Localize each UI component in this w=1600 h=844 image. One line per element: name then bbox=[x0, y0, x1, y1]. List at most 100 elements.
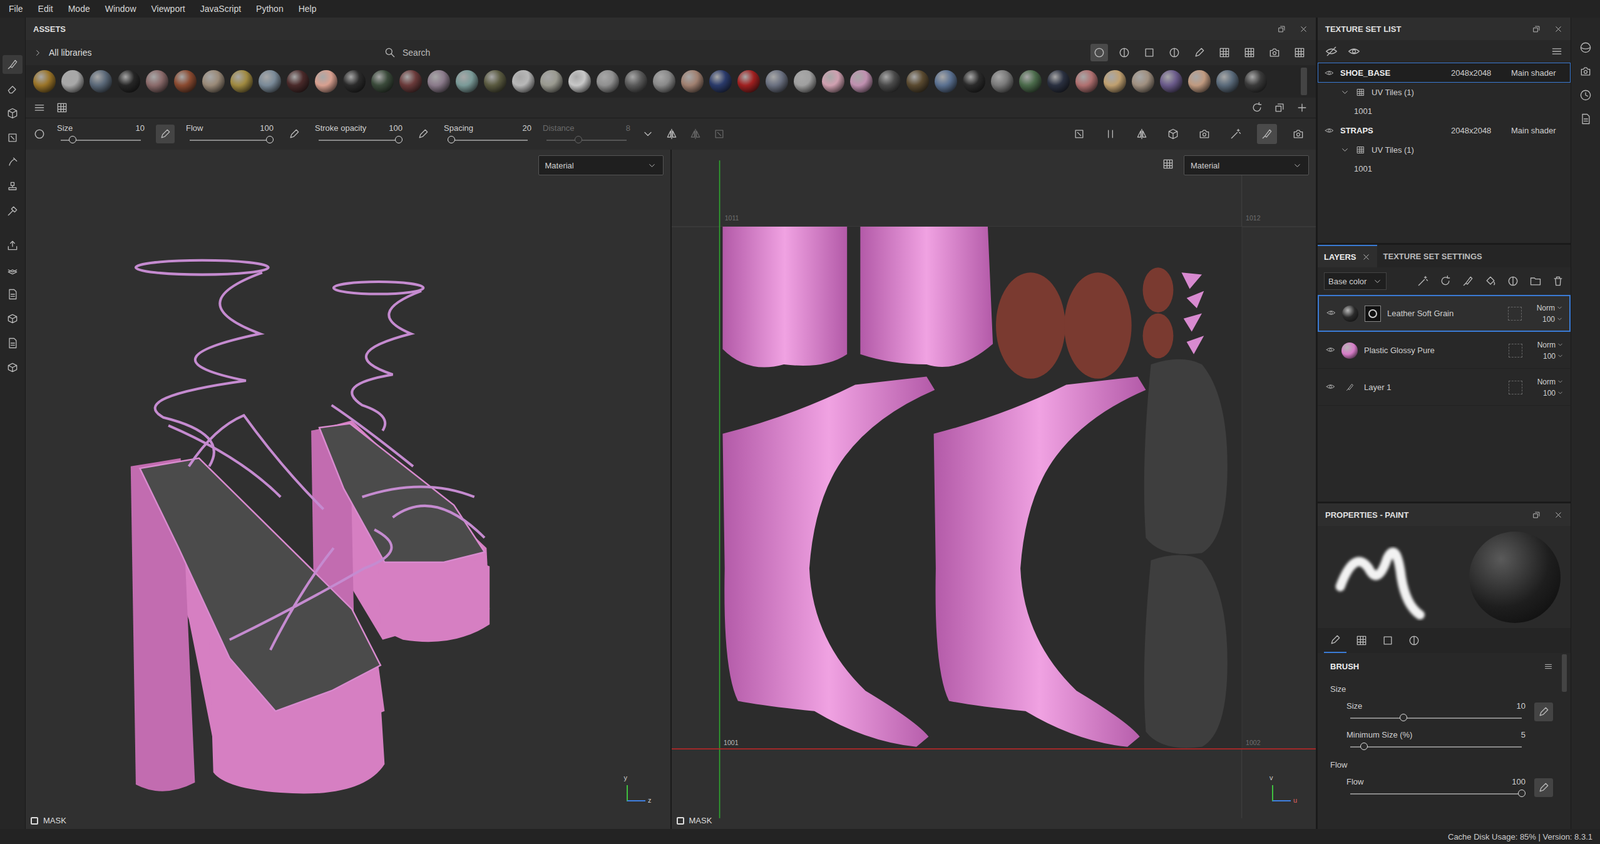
symmetry-icon[interactable] bbox=[665, 127, 678, 141]
uv-tile-row[interactable]: 1001 bbox=[1317, 101, 1571, 121]
tool-button[interactable] bbox=[2, 201, 23, 221]
material-thumbnail[interactable] bbox=[624, 70, 648, 93]
material-thumbnail[interactable] bbox=[906, 70, 929, 93]
menu-item[interactable]: Mode bbox=[60, 3, 98, 14]
tool-slider[interactable]: Stroke opacity100 bbox=[314, 123, 403, 145]
filter-icon[interactable] bbox=[1143, 46, 1156, 59]
material-thumbnail[interactable] bbox=[512, 70, 535, 93]
panel-tab[interactable]: LAYERS bbox=[1317, 244, 1378, 268]
material-thumbnail[interactable] bbox=[399, 70, 422, 93]
viewport-tool-button[interactable] bbox=[1131, 123, 1152, 144]
viewport-tool-button[interactable] bbox=[1069, 123, 1090, 144]
material-thumbnail[interactable] bbox=[286, 70, 310, 93]
mask-thumbnail[interactable] bbox=[1364, 305, 1381, 322]
material-thumbnail[interactable] bbox=[737, 70, 760, 93]
library-selector[interactable]: All libraries bbox=[33, 47, 378, 58]
material-thumbnail[interactable] bbox=[568, 70, 591, 93]
material-thumbnail[interactable] bbox=[1075, 70, 1098, 93]
viewport-tool-icon[interactable] bbox=[1072, 127, 1086, 141]
viewport-tool-icon[interactable] bbox=[1229, 127, 1242, 141]
material-thumbnail[interactable] bbox=[145, 70, 169, 93]
material-thumbnail[interactable] bbox=[230, 70, 253, 93]
tool-icon[interactable] bbox=[6, 107, 19, 120]
panel-tab[interactable]: TEXTURE SET SETTINGS bbox=[1377, 244, 1489, 268]
material-thumbnail[interactable] bbox=[709, 70, 732, 93]
property-slider[interactable]: Size10 bbox=[1330, 697, 1554, 727]
filter-button[interactable] bbox=[1240, 43, 1259, 62]
menu-item[interactable]: Window bbox=[97, 3, 144, 14]
uv-tile-row[interactable]: 1001 bbox=[1317, 158, 1571, 178]
mask-toggle[interactable]: MASK bbox=[30, 815, 67, 826]
material-thumbnail[interactable] bbox=[174, 70, 197, 93]
viewport-tool-icon[interactable] bbox=[1166, 127, 1180, 141]
material-thumbnail[interactable] bbox=[314, 70, 338, 93]
menu-icon[interactable] bbox=[1550, 45, 1564, 58]
chevron-down-icon[interactable] bbox=[1340, 145, 1350, 155]
tool-slider[interactable]: Flow100 bbox=[185, 123, 274, 145]
material-thumbnail[interactable] bbox=[258, 70, 282, 93]
viewport-tool-button[interactable] bbox=[1163, 123, 1184, 144]
property-tab[interactable] bbox=[1376, 627, 1400, 653]
tool-button[interactable] bbox=[2, 103, 23, 123]
viewport-tool-button[interactable] bbox=[1225, 123, 1246, 144]
mask-toggle[interactable]: MASK bbox=[676, 815, 713, 826]
layer-tool-icon[interactable] bbox=[1416, 274, 1430, 288]
layer-tool-icon[interactable] bbox=[1506, 274, 1520, 288]
pen-icon[interactable] bbox=[1537, 781, 1550, 794]
layer-options-box[interactable] bbox=[1508, 380, 1523, 395]
pen-icon[interactable] bbox=[416, 127, 430, 141]
filter-icon[interactable] bbox=[1168, 46, 1181, 59]
material-thumbnail[interactable] bbox=[1244, 70, 1267, 93]
plus-icon[interactable] bbox=[1295, 101, 1309, 114]
filter-button[interactable] bbox=[1115, 43, 1134, 62]
pen-icon[interactable] bbox=[158, 127, 172, 141]
tool-icon[interactable] bbox=[6, 155, 19, 169]
material-thumbnail[interactable] bbox=[117, 70, 141, 93]
tool-icon[interactable] bbox=[6, 82, 19, 96]
symmetry-icon[interactable] bbox=[689, 127, 702, 141]
layer-tool-icon[interactable] bbox=[1551, 274, 1565, 288]
scrollbar[interactable] bbox=[1561, 654, 1567, 692]
tool-button[interactable] bbox=[2, 309, 23, 329]
material-thumbnail[interactable] bbox=[427, 70, 451, 93]
menu-item[interactable]: Viewport bbox=[143, 3, 193, 14]
hide-icon[interactable] bbox=[1325, 45, 1338, 58]
material-thumbnail[interactable] bbox=[540, 70, 563, 93]
material-thumbnail[interactable] bbox=[483, 70, 507, 93]
grid-icon[interactable] bbox=[1293, 46, 1306, 59]
panel-toggle-icon[interactable] bbox=[1579, 88, 1592, 102]
material-thumbnail[interactable] bbox=[962, 70, 986, 93]
tool-button[interactable] bbox=[2, 358, 23, 377]
layer-tool-icon[interactable] bbox=[1439, 274, 1452, 288]
viewport-tool-icon[interactable] bbox=[1135, 127, 1149, 141]
eye-icon[interactable] bbox=[1325, 381, 1336, 392]
filter-icon[interactable] bbox=[1218, 46, 1231, 59]
pressure-button[interactable] bbox=[155, 124, 175, 144]
settings-icon[interactable] bbox=[1161, 157, 1175, 171]
tool-button[interactable] bbox=[2, 177, 23, 196]
close-icon[interactable] bbox=[1361, 252, 1371, 262]
material-thumbnail[interactable] bbox=[821, 70, 845, 93]
eye-icon[interactable] bbox=[1324, 125, 1334, 136]
material-thumbnail[interactable] bbox=[1047, 70, 1070, 93]
texture-set-row[interactable]: STRAPS 2048x2048 Main shader bbox=[1317, 120, 1571, 141]
filter-icon[interactable] bbox=[1092, 46, 1106, 59]
viewport-tool-button[interactable] bbox=[1256, 123, 1277, 144]
pen-icon[interactable] bbox=[1537, 705, 1550, 718]
float-icon[interactable] bbox=[1276, 24, 1287, 34]
filter-icon[interactable] bbox=[1268, 46, 1281, 59]
tool-icon[interactable] bbox=[6, 180, 19, 193]
viewport-tool-icon[interactable] bbox=[1104, 127, 1117, 141]
viewport-tool-icon[interactable] bbox=[1198, 127, 1211, 141]
material-thumbnail[interactable] bbox=[793, 70, 817, 93]
property-tab-icon[interactable] bbox=[1355, 634, 1368, 647]
pressure-button[interactable] bbox=[284, 124, 304, 144]
brush-shape-icon[interactable] bbox=[33, 127, 46, 141]
material-thumbnail[interactable] bbox=[1131, 70, 1155, 93]
eye-icon[interactable] bbox=[1326, 307, 1336, 318]
material-thumbnail[interactable] bbox=[850, 70, 873, 93]
refresh-icon[interactable] bbox=[1250, 101, 1264, 114]
viewport-tool-button[interactable] bbox=[1100, 123, 1121, 144]
tool-button[interactable] bbox=[2, 79, 23, 99]
close-icon[interactable] bbox=[1553, 24, 1564, 34]
